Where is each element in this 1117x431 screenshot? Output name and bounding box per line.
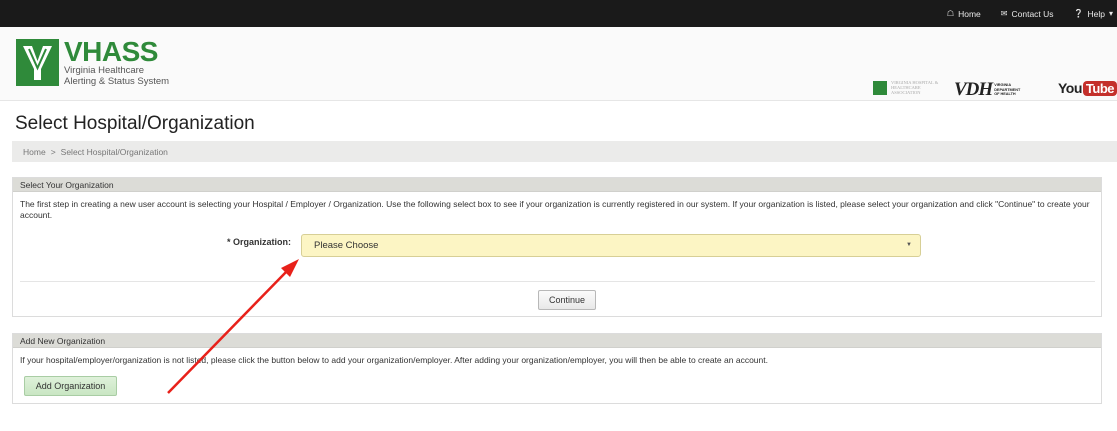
divider <box>20 281 1095 282</box>
add-organization-panel: Add New Organization If your hospital/em… <box>12 333 1102 404</box>
breadcrumb-separator: > <box>50 146 56 157</box>
caret-down-icon: ▾ <box>1108 9 1113 18</box>
vdh-text: VDH <box>954 79 993 100</box>
add-organization-description: If your hospital/employer/organization i… <box>20 355 768 365</box>
breadcrumb-current: Select Hospital/Organization <box>60 146 168 157</box>
nav-contact-label: Contact Us <box>1011 8 1054 19</box>
vhha-mark-icon <box>873 80 887 95</box>
nav-home-label: Home <box>958 8 981 19</box>
youtube-you-text: You <box>1058 80 1082 96</box>
organization-select[interactable]: Please Choose ▼ <box>301 234 921 257</box>
site-header: VHASS Virginia Healthcare Alerting & Sta… <box>0 27 1117 101</box>
nav-contact-link[interactable]: ✉ Contact Us <box>1001 9 1054 19</box>
select-organization-heading: Select Your Organization <box>13 178 1101 192</box>
select-organization-panel: Select Your Organization The first step … <box>12 177 1102 317</box>
vhass-logo-mark-icon <box>16 39 59 86</box>
select-organization-description: The first step in creating a new user ac… <box>20 199 1090 220</box>
youtube-tube-text: Tube <box>1082 80 1117 96</box>
question-circle-icon: ❔ <box>1073 9 1084 18</box>
top-nav-links: ☖ Home ✉ Contact Us ❔ Help ▾ <box>947 0 1113 27</box>
organization-label: * Organization: <box>226 237 291 247</box>
logo-subtitle-2: Alerting & Status System <box>64 76 170 87</box>
envelope-icon: ✉ <box>1000 9 1008 18</box>
vhha-text: VIRGINIA HOSPITAL & HEALTHCARE ASSOCIATI… <box>891 80 939 95</box>
breadcrumb: Home > Select Hospital/Organization <box>12 141 1117 162</box>
caret-down-icon: ▼ <box>906 242 912 248</box>
vdh-logo[interactable]: VDH VIRGINIA DEPARTMENT OF HEALTH <box>954 79 1022 101</box>
continue-button[interactable]: Continue <box>538 290 596 310</box>
breadcrumb-home-link[interactable]: Home <box>23 147 46 157</box>
vhha-logo[interactable]: VIRGINIA HOSPITAL & HEALTHCARE ASSOCIATI… <box>873 80 941 95</box>
home-icon: ☖ <box>946 9 955 18</box>
logo-title: VHASS <box>64 36 158 67</box>
vdh-subtext: VIRGINIA DEPARTMENT OF HEALTH <box>994 83 1021 97</box>
vhass-logo[interactable]: VHASS Virginia Healthcare Alerting & Sta… <box>16 36 170 87</box>
top-navbar: ☖ Home ✉ Contact Us ❔ Help ▾ <box>0 0 1117 27</box>
youtube-logo[interactable]: You Tube <box>1058 80 1117 96</box>
page-title: Select Hospital/Organization <box>15 113 255 134</box>
nav-help-dropdown[interactable]: ❔ Help ▾ <box>1074 9 1113 19</box>
add-organization-button[interactable]: Add Organization <box>24 376 117 396</box>
nav-help-label: Help <box>1087 8 1105 19</box>
add-organization-heading: Add New Organization <box>13 334 1101 348</box>
nav-home-link[interactable]: ☖ Home <box>947 9 981 19</box>
organization-select-value: Please Choose <box>314 240 379 251</box>
